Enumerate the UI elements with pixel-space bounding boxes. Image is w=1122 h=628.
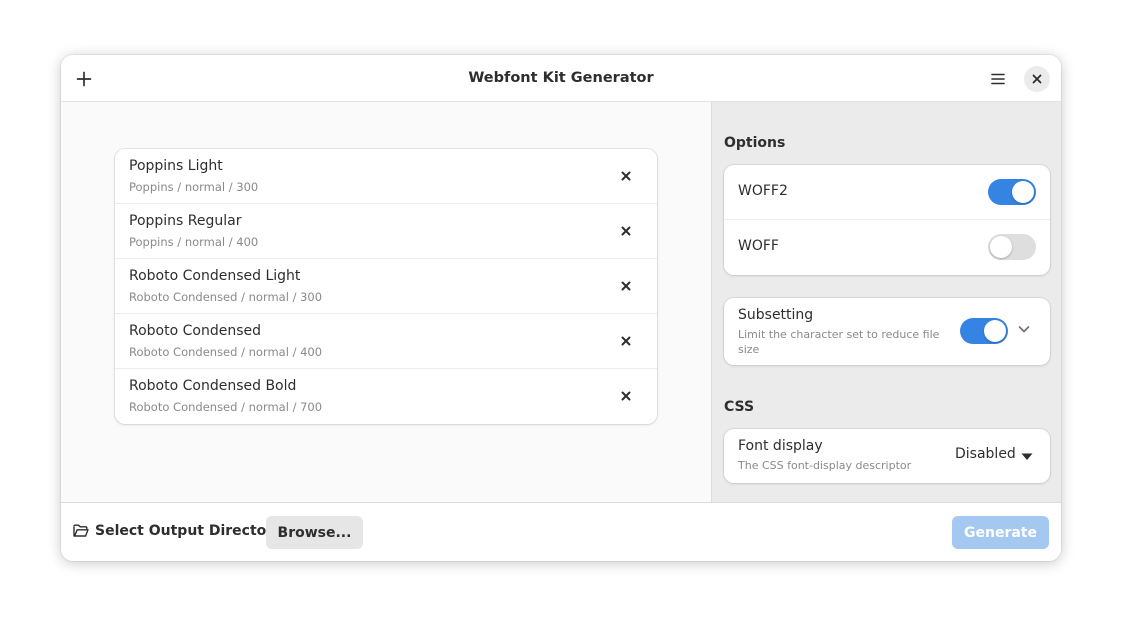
chevron-down-icon[interactable] <box>1017 322 1031 336</box>
font-detail: Poppins / normal / 400 <box>129 235 259 249</box>
options-section-title: Options <box>724 135 786 151</box>
font-detail: Roboto Condensed / normal / 400 <box>129 345 323 359</box>
woff2-label: WOFF2 <box>738 183 788 199</box>
options-sidebar: Options WOFF2 WOFF Subsetting Limit the … <box>711 102 1061 502</box>
font-list-item: Roboto Condensed Bold Roboto Condensed /… <box>115 369 657 424</box>
remove-font-button[interactable] <box>613 328 639 354</box>
font-display-description: The CSS font-display descriptor <box>738 459 912 472</box>
remove-font-button[interactable] <box>613 218 639 244</box>
output-directory-label: Select Output Directory <box>95 523 283 539</box>
font-list-item: Poppins Regular Poppins / normal / 400 <box>115 204 657 259</box>
css-section-title: CSS <box>724 399 755 415</box>
switch-knob <box>1012 181 1034 203</box>
font-display-title: Font display <box>738 438 823 454</box>
subsetting-description: Limit the character set to reduce file s… <box>738 328 940 356</box>
subsetting-title: Subsetting <box>738 307 814 323</box>
bottom-bar: Select Output Directory Browse... Genera… <box>61 502 1061 561</box>
remove-x-icon <box>621 391 631 401</box>
font-detail: Poppins / normal / 300 <box>129 180 259 194</box>
output-directory: Select Output Directory <box>73 523 282 539</box>
window-title: Webfont Kit Generator <box>468 70 654 86</box>
remove-font-button[interactable] <box>613 163 639 189</box>
font-name: Poppins Regular <box>129 213 242 229</box>
plus-icon <box>76 71 92 87</box>
add-font-button[interactable] <box>69 64 99 94</box>
font-display-card[interactable]: Font display The CSS font-display descri… <box>724 429 1050 483</box>
remove-font-button[interactable] <box>613 383 639 409</box>
woff-switch[interactable] <box>988 234 1036 260</box>
woff2-row: WOFF2 <box>724 165 1050 220</box>
font-list-item: Poppins Light Poppins / normal / 300 <box>115 149 657 204</box>
header-bar: Webfont Kit Generator <box>61 55 1061 102</box>
close-icon <box>1032 74 1042 84</box>
font-list-item: Roboto Condensed Roboto Condensed / norm… <box>115 314 657 369</box>
subsetting-switch[interactable] <box>960 318 1008 344</box>
font-list: Poppins Light Poppins / normal / 300 Pop… <box>115 149 657 424</box>
remove-x-icon <box>621 281 631 291</box>
woff-row: WOFF <box>724 220 1050 275</box>
generate-button[interactable]: Generate <box>952 516 1049 549</box>
remove-x-icon <box>621 226 631 236</box>
switch-knob <box>984 320 1006 342</box>
remove-x-icon <box>621 171 631 181</box>
font-name: Roboto Condensed Bold <box>129 378 297 394</box>
hamburger-menu-icon <box>991 73 1005 85</box>
switch-knob <box>990 236 1012 258</box>
close-window-button[interactable] <box>1024 66 1050 92</box>
font-list-pane: Poppins Light Poppins / normal / 300 Pop… <box>61 102 711 502</box>
font-display-dropdown[interactable]: Disabled <box>955 446 1016 462</box>
folder-open-icon <box>73 524 89 537</box>
font-detail: Roboto Condensed / normal / 700 <box>129 400 323 414</box>
woff-label: WOFF <box>738 238 779 254</box>
woff2-switch[interactable] <box>988 179 1036 205</box>
main-menu-button[interactable] <box>983 64 1013 94</box>
remove-font-button[interactable] <box>613 273 639 299</box>
font-detail: Roboto Condensed / normal / 300 <box>129 290 323 304</box>
browse-button[interactable]: Browse... <box>266 516 363 549</box>
subsetting-card[interactable]: Subsetting Limit the character set to re… <box>724 298 1050 365</box>
font-name: Poppins Light <box>129 158 223 174</box>
font-name: Roboto Condensed <box>129 323 262 339</box>
triangle-down-icon[interactable] <box>1021 453 1033 461</box>
font-list-item: Roboto Condensed Light Roboto Condensed … <box>115 259 657 314</box>
font-name: Roboto Condensed Light <box>129 268 301 284</box>
app-window: Webfont Kit Generator Poppins Light Popp… <box>61 55 1061 561</box>
format-options-card: WOFF2 WOFF <box>724 165 1050 275</box>
remove-x-icon <box>621 336 631 346</box>
